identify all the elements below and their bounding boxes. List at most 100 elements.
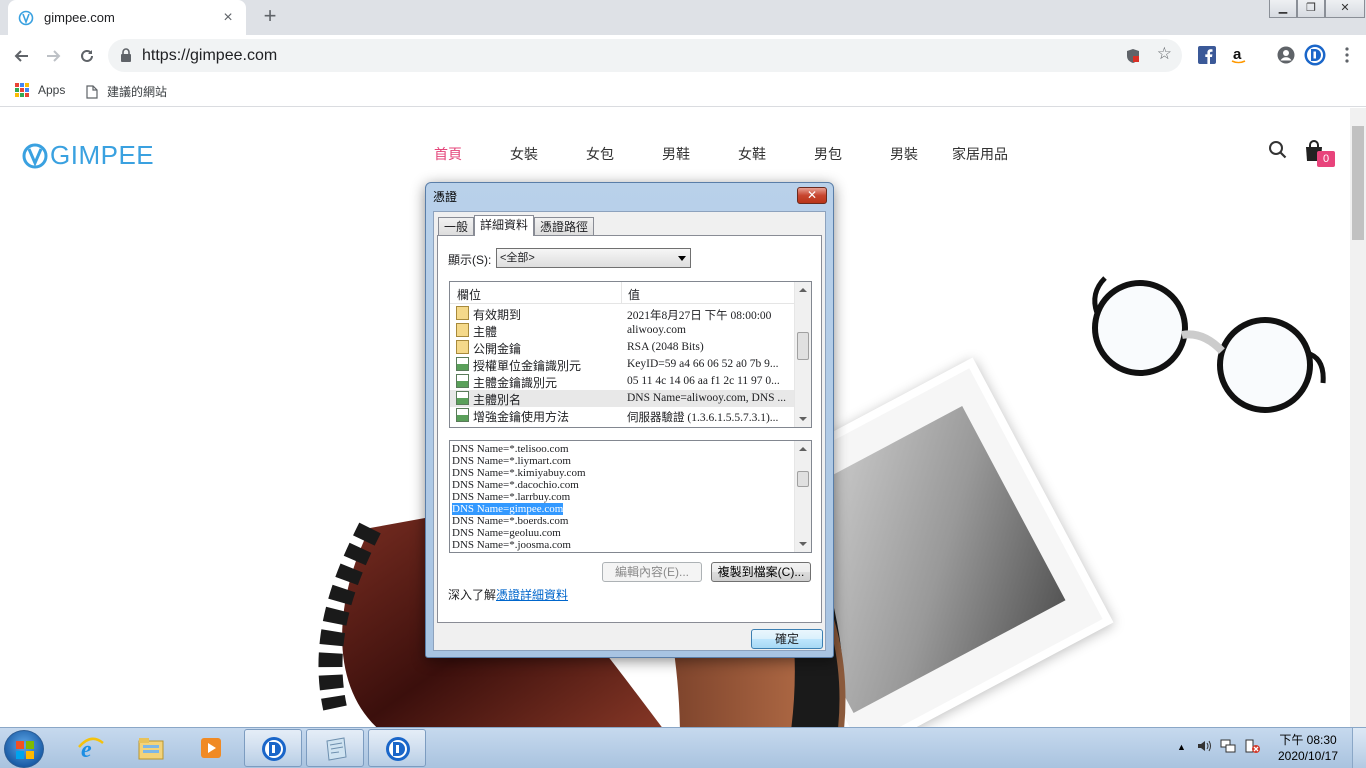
show-select[interactable]: <全部> (496, 248, 691, 268)
amazon-extension-icon[interactable]: a (1230, 46, 1248, 64)
forward-arrow-icon[interactable] (41, 43, 67, 69)
field-name: 增強金鑰使用方法 (473, 410, 570, 424)
taskbar-certificate-window[interactable] (306, 729, 364, 767)
taskbar-ie[interactable]: e (62, 729, 120, 767)
field-value: KeyID=59 a4 66 06 52 a0 7b 9... (627, 358, 779, 370)
action-center-warning-icon[interactable] (1244, 738, 1260, 754)
value-line[interactable]: DNS Name=geoluu.com (452, 527, 561, 539)
search-icon[interactable] (1268, 140, 1288, 160)
dialog-close-button[interactable]: ✕ (797, 187, 827, 204)
browser-tab[interactable]: gimpee.com × (8, 0, 246, 35)
taskbar-media-player[interactable] (182, 729, 240, 767)
fields-list: 欄位 值 有效期到 2021年8月27日 下午 08:00:00 主體 aliw… (449, 281, 812, 428)
bookmark-apps[interactable]: Apps (15, 83, 65, 97)
fields-header: 欄位 值 (450, 282, 795, 304)
value-line[interactable]: DNS Name=*.liymart.com (452, 455, 571, 467)
edit-properties-button[interactable]: 編輯內容(E)... (602, 562, 702, 582)
value-scroll-thumb[interactable] (797, 471, 809, 487)
value-line[interactable]: DNS Name=*.dacochio.com (452, 479, 579, 491)
nav-mens-shoes[interactable]: 男鞋 (638, 144, 714, 164)
extension-icon (456, 408, 469, 422)
chrome-menu-icon[interactable] (1338, 46, 1356, 64)
nav-womens-bags[interactable]: 女包 (562, 144, 638, 164)
start-button[interactable] (4, 730, 44, 768)
taskbar-explorer[interactable] (122, 729, 180, 767)
back-arrow-icon[interactable] (8, 43, 34, 69)
scroll-down-arrow-icon[interactable] (799, 542, 807, 546)
tab-general[interactable]: 一般 (438, 217, 475, 236)
nav-womens-shoes[interactable]: 女鞋 (714, 144, 790, 164)
field-row[interactable]: 主體金鑰識別元 05 11 4c 14 06 aa f1 2c 11 97 0.… (450, 373, 795, 390)
scroll-up-arrow-icon[interactable] (799, 288, 807, 292)
fields-scrollbar[interactable] (794, 282, 811, 427)
d-extension-icon[interactable] (1304, 44, 1326, 66)
minimize-button[interactable]: ▁ (1269, 0, 1297, 18)
value-line[interactable]: DNS Name=*.boerds.com (452, 515, 569, 527)
cart-count-badge: 0 (1317, 151, 1335, 167)
value-line[interactable]: DNS Name=*.telisoo.com (452, 443, 569, 455)
taskbar-app-d-2[interactable] (368, 729, 426, 767)
bookmark-star-icon[interactable]: ☆ (1157, 44, 1172, 64)
column-value[interactable]: 值 (628, 286, 640, 303)
certificate-app-icon (326, 737, 347, 761)
new-tab-button[interactable]: + (258, 5, 282, 29)
facebook-extension-icon[interactable] (1198, 46, 1216, 64)
nav-womens-clothing[interactable]: 女裝 (486, 144, 562, 164)
value-line[interactable]: DNS Name=*.joosma.com (452, 539, 571, 551)
page-scrollbar[interactable] (1350, 108, 1366, 727)
address-bar[interactable]: https://gimpee.com ☆ (108, 39, 1182, 72)
field-name: 主體金鑰識別元 (473, 376, 558, 390)
dropdown-arrow-icon (678, 256, 686, 261)
field-row[interactable]: 公開金鑰 RSA (2048 Bits) (450, 339, 795, 356)
extension-icon (456, 391, 469, 405)
media-player-icon (201, 738, 221, 758)
tab-details[interactable]: 詳細資料 (474, 215, 535, 236)
tab-strip: gimpee.com × + ▁ ❐ ✕ (0, 0, 1366, 35)
nav-home[interactable]: 首頁 (410, 144, 486, 164)
field-row-selected[interactable]: 主體別名 DNS Name=aliwooy.com, DNS ... (450, 390, 795, 407)
lock-icon[interactable] (120, 48, 132, 62)
network-icon[interactable] (1220, 738, 1236, 754)
bookmark-suggested-sites[interactable]: 建議的網站 (86, 83, 167, 100)
column-field[interactable]: 欄位 (457, 286, 481, 303)
field-name: 主體 (473, 325, 498, 339)
volume-icon[interactable] (1196, 738, 1212, 754)
show-desktop-button[interactable] (1352, 728, 1366, 768)
ok-button[interactable]: 確定 (751, 629, 823, 649)
restore-button[interactable]: ❐ (1297, 0, 1325, 18)
fields-scroll-thumb[interactable] (797, 332, 809, 360)
nav-mens-clothing[interactable]: 男裝 (866, 144, 942, 164)
extension-icon (456, 357, 469, 371)
value-scrollbar[interactable] (794, 441, 811, 552)
window-close-button[interactable]: ✕ (1325, 0, 1365, 18)
extension-icon (456, 374, 469, 388)
copy-to-file-button[interactable]: 複製到檔案(C)... (711, 562, 811, 582)
taskbar-app-d-1[interactable] (244, 729, 302, 767)
url-text[interactable]: https://gimpee.com (142, 47, 277, 65)
scroll-up-arrow-icon[interactable] (799, 447, 807, 451)
blocked-shield-icon[interactable] (1126, 48, 1140, 64)
nav-mens-bags[interactable]: 男包 (790, 144, 866, 164)
reload-icon[interactable] (74, 43, 100, 69)
system-clock[interactable]: 下午 08:30 2020/10/17 (1268, 732, 1348, 764)
field-row[interactable]: 增強金鑰使用方法 伺服器驗證 (1.3.6.1.5.5.7.3.1)... (450, 407, 795, 424)
field-value-box[interactable]: DNS Name=*.telisoo.com DNS Name=*.liymar… (449, 440, 812, 553)
nav-home-goods[interactable]: 家居用品 (942, 144, 1018, 164)
page-scrollbar-thumb[interactable] (1352, 126, 1364, 240)
svg-text:a: a (1233, 46, 1242, 63)
scroll-down-arrow-icon[interactable] (799, 417, 807, 421)
profile-icon[interactable] (1277, 46, 1295, 64)
tab-close-icon[interactable]: × (220, 9, 236, 26)
dialog-title: 憑證 (433, 190, 458, 204)
tray-expand-icon[interactable]: ▲ (1177, 742, 1186, 752)
value-line[interactable]: DNS Name=*.larrbuy.com (452, 491, 570, 503)
field-row[interactable]: 主體 aliwooy.com (450, 322, 795, 339)
site-logo[interactable]: GIMPEE (22, 140, 154, 171)
field-row[interactable]: 授權單位金鑰識別元 KeyID=59 a4 66 06 52 a0 7b 9..… (450, 356, 795, 373)
field-row[interactable]: 有效期到 2021年8月27日 下午 08:00:00 (450, 305, 795, 322)
value-line-selected[interactable]: DNS Name=gimpee.com (452, 503, 564, 515)
certificate-details-link[interactable]: 憑證詳細資料 (496, 588, 568, 602)
field-name: 有效期到 (473, 308, 522, 322)
value-line[interactable]: DNS Name=*.kimiyabuy.com (452, 467, 586, 479)
tab-certification-path[interactable]: 憑證路徑 (534, 217, 595, 236)
